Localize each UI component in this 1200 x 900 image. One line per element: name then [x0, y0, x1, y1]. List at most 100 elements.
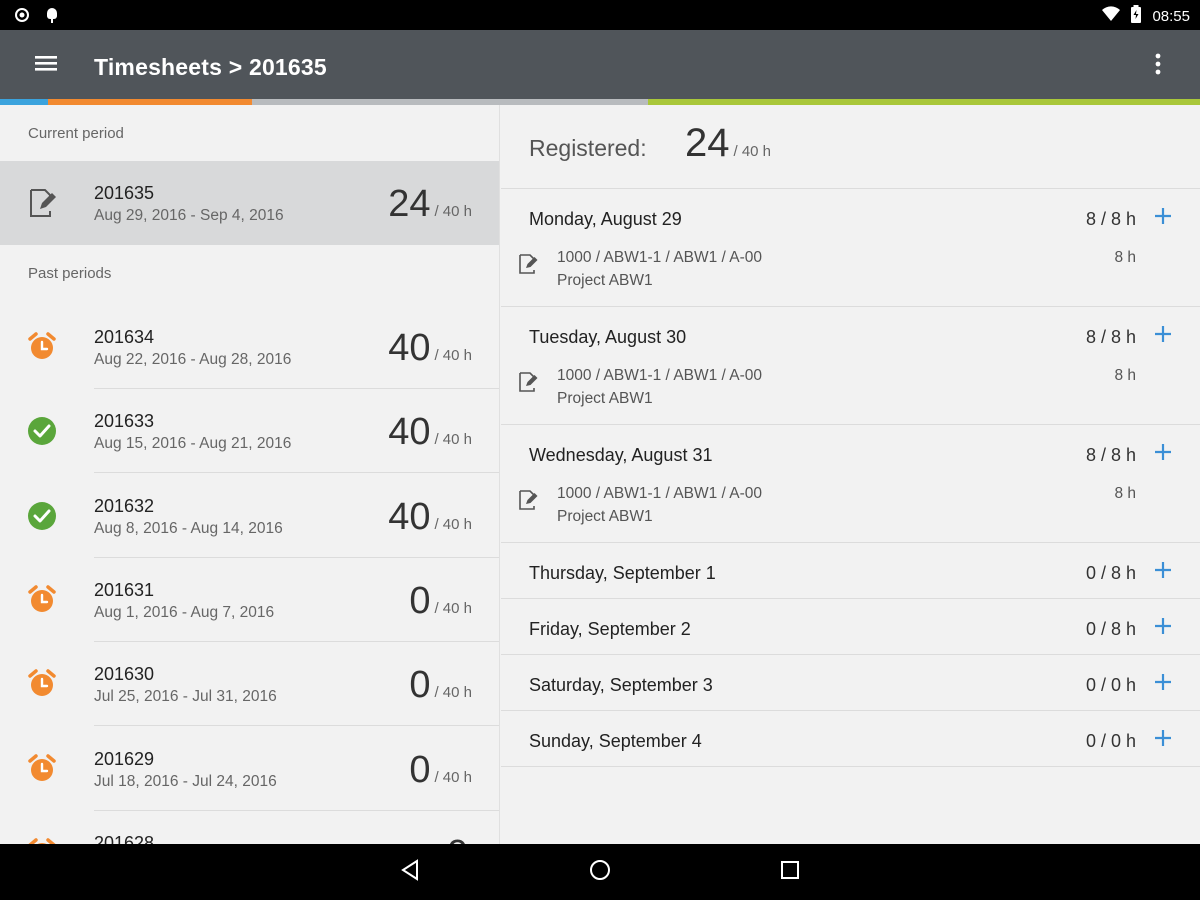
day-name: Friday, September 2 — [529, 619, 691, 639]
period-id: 201629 — [94, 748, 155, 769]
period-row[interactable]: 201629 Jul 18, 2016 - Jul 24, 2016 0/ 40 h — [0, 727, 499, 811]
period-dates: Aug 8, 2016 - Aug 14, 2016 — [94, 519, 283, 537]
period-row-current[interactable]: 201635 Aug 29, 2016 - Sep 4, 2016 24 / 4… — [0, 161, 499, 245]
period-row[interactable]: 201630 Jul 25, 2016 - Jul 31, 2016 0/ 40 h — [0, 642, 499, 727]
plus-icon — [1153, 728, 1173, 753]
day-name: Wednesday, August 31 — [529, 445, 713, 465]
day-row: Wednesday, August 31 8 / 8 h 1000 / ABW1-1… — [501, 425, 1200, 543]
plus-icon — [1153, 560, 1173, 585]
period-hours: 40/ 40 h — [388, 327, 472, 370]
page-title: Timesheets > 201635 — [94, 54, 327, 80]
home-icon — [588, 858, 612, 887]
day-row: Monday, August 29 8 / 8 h 1000 / ABW1-1 / … — [501, 189, 1200, 307]
time-entry[interactable]: 1000 / ABW1-1 / ABW1 / A-00 Project ABW1 8… — [501, 247, 1200, 297]
day-hours: 8 / 8 h — [1085, 327, 1136, 347]
menu-button[interactable] — [28, 47, 64, 83]
alarm-icon — [26, 584, 58, 616]
alarm-icon — [26, 668, 58, 700]
period-row[interactable]: 201633 Aug 15, 2016 - Aug 21, 2016 40/ 40 … — [0, 389, 499, 474]
recents-button[interactable] — [774, 856, 806, 888]
period-row[interactable]: 201631 Aug 1, 2016 - Aug 7, 2016 0/ 40 h — [0, 558, 499, 642]
period-dates: Aug 15, 2016 - Aug 21, 2016 — [94, 435, 292, 453]
back-icon — [399, 858, 421, 886]
android-icon — [44, 6, 60, 29]
day-name: Thursday, September 1 — [529, 563, 716, 583]
registered-summary: Registered: 24 / 40 h — [501, 105, 1200, 189]
back-button[interactable] — [394, 856, 426, 888]
registered-label: Registered: — [529, 135, 647, 161]
day-hours: 0 / 8 h — [1085, 563, 1136, 583]
add-entry-button[interactable] — [1148, 321, 1178, 351]
entry-hours: 8 h — [1114, 367, 1136, 384]
day-name: Sunday, September 4 — [529, 731, 702, 751]
period-row[interactable]: 201632 Aug 8, 2016 - Aug 14, 2016 40/ 40 h — [0, 474, 499, 558]
past-periods-label: Past periods — [28, 265, 112, 282]
time-entry[interactable]: 1000 / ABW1-1 / ABW1 / A-00 Project ABW1 8… — [501, 365, 1200, 415]
period-hours-total: / 40 h — [434, 203, 472, 220]
period-dates: Jul 25, 2016 - Jul 31, 2016 — [94, 688, 277, 706]
edit-icon — [517, 253, 539, 275]
menu-icon — [34, 53, 58, 78]
day-name: Saturday, September 3 — [529, 675, 713, 695]
day-row: Thursday, September 1 0 / 8 h — [501, 543, 1200, 599]
alarm-icon — [26, 753, 58, 785]
period-hours-total: / 40 h — [434, 768, 472, 786]
alarm-icon — [26, 837, 58, 844]
entry-project: Project ABW1 — [557, 390, 653, 407]
entry-code: 1000 / ABW1-1 / ABW1 / A-00 — [557, 367, 763, 384]
check-circle-icon — [26, 500, 58, 532]
period-id: 201632 — [94, 495, 155, 516]
period-hours-total: / 40 h — [434, 431, 472, 449]
home-button[interactable] — [584, 856, 616, 888]
plus-icon — [1153, 206, 1173, 231]
add-entry-button[interactable] — [1148, 613, 1178, 643]
period-dates: Aug 1, 2016 - Aug 7, 2016 — [94, 603, 275, 621]
period-dates: Jul 18, 2016 - Jul 24, 2016 — [94, 772, 277, 790]
period-row[interactable]: 201634 Aug 22, 2016 - Aug 28, 2016 40/ 40 … — [0, 305, 499, 389]
more-vert-icon — [1155, 53, 1161, 80]
period-hours: 24 / 40 h — [388, 183, 472, 226]
period-dates: Aug 22, 2016 - Aug 28, 2016 — [94, 351, 292, 368]
time-entry[interactable]: 1000 / ABW1-1 / ABW1 / A-00 Project ABW1 8… — [501, 483, 1200, 533]
day-name: Monday, August 29 — [529, 209, 682, 229]
period-id: 201633 — [94, 411, 155, 432]
wifi-icon — [1102, 6, 1121, 26]
current-period-label: Current period — [28, 125, 124, 142]
period-id: 201630 — [94, 664, 155, 685]
entry-code: 1000 / ABW1-1 / ABW1 / A-00 — [557, 485, 763, 502]
period-hours-value: 0 — [409, 579, 431, 622]
day-row: Tuesday, August 30 8 / 8 h 1000 / ABW1-1 /… — [501, 307, 1200, 425]
add-entry-button[interactable] — [1148, 439, 1178, 469]
camera-icon — [14, 7, 30, 28]
clock: 08:55 — [1152, 7, 1190, 25]
day-row: Sunday, September 4 0 / 0 h — [501, 711, 1200, 767]
add-entry-button[interactable] — [1148, 203, 1178, 233]
day-hours: 0 / 0 h — [1085, 731, 1136, 751]
period-hours-value: 0 — [447, 833, 468, 844]
entry-hours: 8 h — [1114, 485, 1136, 502]
day-hours: 0 / 8 h — [1085, 619, 1136, 639]
add-entry-button[interactable] — [1148, 725, 1178, 755]
periods-pane: Current period 201635 Aug 29, 2016 - Sep… — [0, 105, 500, 844]
period-hours-value: 0 — [409, 664, 431, 707]
alarm-icon — [26, 331, 58, 363]
period-hours-value: 40 — [388, 327, 431, 369]
period-hours: 0/ 40 h — [409, 580, 472, 623]
add-entry-button[interactable] — [1148, 669, 1178, 699]
period-row[interactable]: 201628 0 — [0, 811, 499, 844]
day-hours: 0 / 0 h — [1085, 675, 1136, 695]
more-options-button[interactable] — [1146, 48, 1170, 84]
registered-value: 24 / 40 h — [685, 121, 771, 166]
plus-icon — [1153, 442, 1173, 467]
recents-icon — [779, 859, 801, 886]
period-hours-value: 0 — [409, 748, 431, 791]
entry-code: 1000 / ABW1-1 / ABW1 / A-00 — [557, 249, 763, 266]
period-id: 201631 — [94, 579, 155, 600]
add-entry-button[interactable] — [1148, 557, 1178, 587]
period-hours: 40/ 40 h — [388, 496, 472, 539]
days-pane: Registered: 24 / 40 h Monday, August 29 8… — [501, 105, 1200, 844]
entry-project: Project ABW1 — [557, 272, 653, 289]
period-hours: 40/ 40 h — [388, 411, 472, 454]
period-hours-total: / 40 h — [434, 599, 472, 617]
navigation-bar — [0, 844, 1200, 900]
